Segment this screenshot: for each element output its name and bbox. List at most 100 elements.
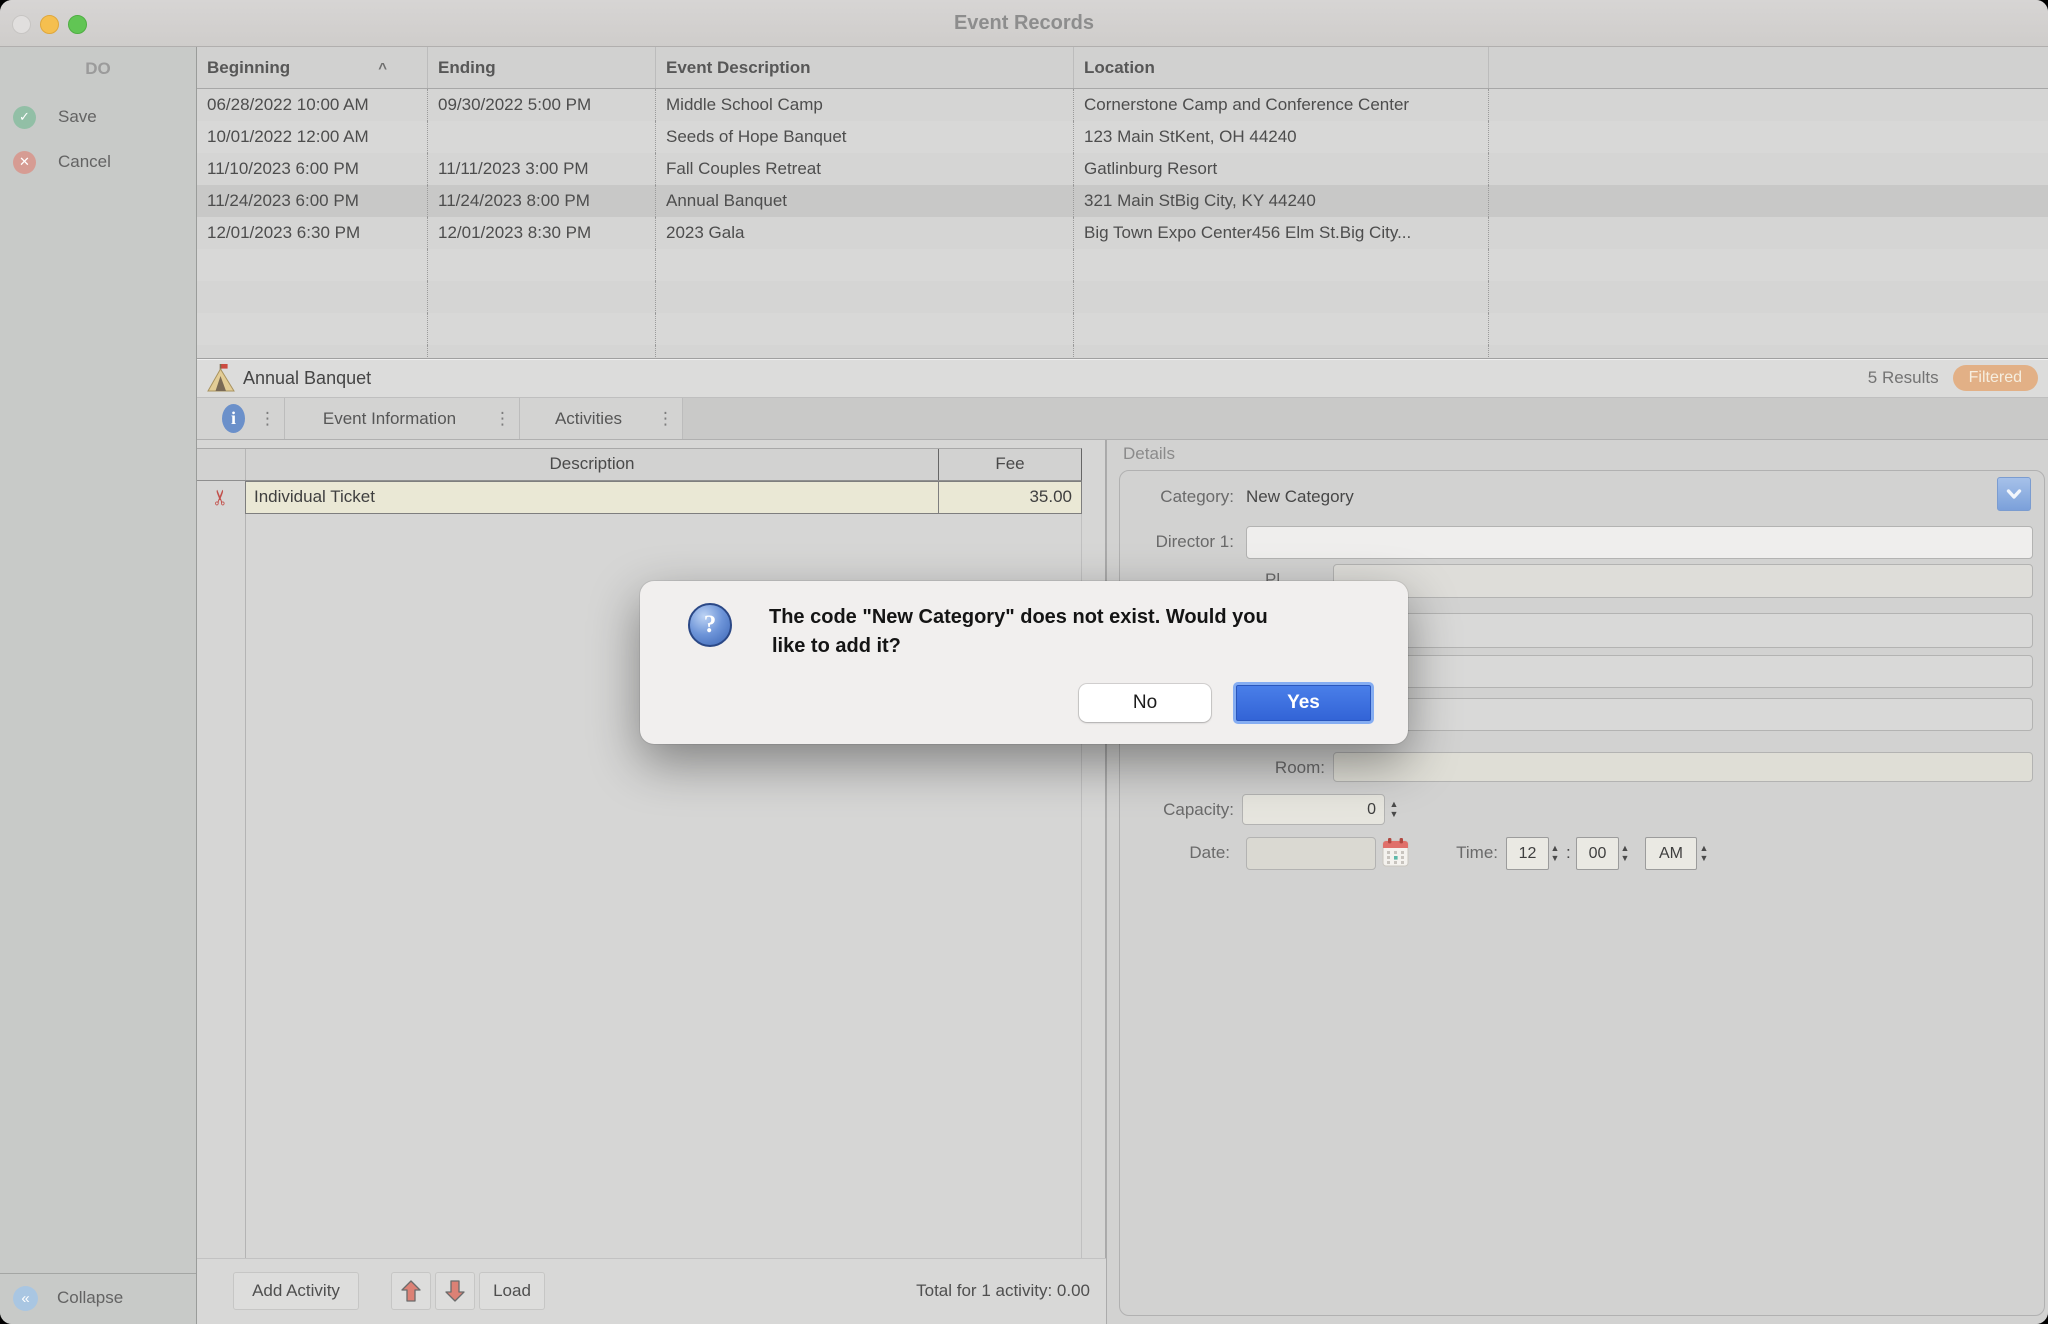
column-header-description[interactable]: Event Description — [656, 47, 1074, 88]
column-header-location[interactable]: Location — [1074, 47, 1489, 88]
time-separator: : — [1566, 843, 1571, 863]
activities-footer-bar: Add Activity Load Total for 1 activity: … — [197, 1258, 1106, 1324]
scissors-delete-icon: ✂ — [208, 489, 233, 507]
add-activity-button[interactable]: Add Activity — [233, 1272, 359, 1310]
table-row[interactable]: 12/01/2023 6:30 PM 12/01/2023 8:30 PM 20… — [197, 217, 2048, 249]
activity-row[interactable]: ✂ Individual Ticket 35.00 — [197, 481, 1082, 514]
stepper-down-icon[interactable]: ▼ — [1390, 810, 1399, 819]
tab-activities[interactable]: Activities ⋮ — [520, 398, 683, 439]
stepper-up-icon[interactable]: ▲ — [1700, 844, 1709, 853]
table-row[interactable]: 10/01/2022 12:00 AM Seeds of Hope Banque… — [197, 121, 2048, 153]
time-hour-field[interactable]: 12 — [1506, 837, 1549, 870]
minute-stepper[interactable]: ▲ ▼ — [1618, 837, 1632, 870]
cell-description[interactable]: Annual Banquet — [656, 185, 1074, 217]
yes-button[interactable]: Yes — [1233, 682, 1374, 724]
cell-location[interactable]: Cornerstone Camp and Conference Center — [1074, 89, 1489, 121]
cell-description[interactable]: Fall Couples Retreat — [656, 153, 1074, 185]
maximize-window-icon[interactable] — [68, 15, 87, 34]
move-up-button[interactable] — [391, 1272, 431, 1310]
stepper-up-icon[interactable]: ▲ — [1621, 844, 1630, 853]
cell-description[interactable]: 2023 Gala — [656, 217, 1074, 249]
activities-table-header: Description Fee — [197, 448, 1082, 481]
kebab-menu-icon[interactable]: ⋮ — [259, 409, 276, 429]
cell-ending[interactable] — [428, 121, 656, 153]
load-button[interactable]: Load — [479, 1272, 545, 1310]
cell-ending[interactable]: 09/30/2022 5:00 PM — [428, 89, 656, 121]
info-tab-cell[interactable]: i ⋮ — [197, 398, 285, 439]
room-field[interactable] — [1333, 752, 2033, 782]
cell-ending[interactable]: 11/24/2023 8:00 PM — [428, 185, 656, 217]
cell-location[interactable]: Big Town Expo Center456 Elm St.Big City.… — [1074, 217, 1489, 249]
collapse-button[interactable]: « Collapse — [13, 1285, 123, 1311]
cell-beginning[interactable]: 12/01/2023 6:30 PM — [197, 217, 428, 249]
close-window-icon[interactable] — [12, 15, 31, 34]
table-row-selected[interactable]: 11/24/2023 6:00 PM 11/24/2023 8:00 PM An… — [197, 185, 2048, 217]
dialog-message-line2: like to add it? — [769, 632, 1268, 661]
cancel-label: Cancel — [58, 152, 111, 172]
stepper-down-icon[interactable]: ▼ — [1700, 854, 1709, 863]
time-meridiem-field[interactable]: AM — [1645, 837, 1697, 870]
cancel-x-icon: ✕ — [13, 151, 36, 174]
cell-ending[interactable]: 11/11/2023 3:00 PM — [428, 153, 656, 185]
record-header-bar: Annual Banquet 5 Results Filtered — [197, 359, 2048, 398]
sidebar-divider — [0, 1273, 196, 1274]
cancel-button[interactable]: ✕ Cancel — [13, 149, 111, 175]
move-down-button[interactable] — [435, 1272, 475, 1310]
table-row-empty — [197, 281, 2048, 313]
filtered-badge[interactable]: Filtered — [1953, 365, 2038, 391]
info-icon[interactable]: i — [222, 404, 245, 433]
cell-description[interactable]: Seeds of Hope Banquet — [656, 121, 1074, 153]
minimize-window-icon[interactable] — [40, 15, 59, 34]
meridiem-stepper[interactable]: ▲ ▼ — [1697, 837, 1711, 870]
table-row[interactable]: 11/10/2023 6:00 PM 11/11/2023 3:00 PM Fa… — [197, 153, 2048, 185]
events-table-header: Beginning ^ Ending Event Description Loc… — [197, 47, 2048, 89]
cell-location[interactable]: 321 Main StBig City, KY 44240 — [1074, 185, 1489, 217]
date-field[interactable] — [1246, 837, 1376, 870]
activity-description-cell[interactable]: Individual Ticket — [245, 481, 939, 514]
director1-field[interactable] — [1246, 526, 2033, 559]
no-button[interactable]: No — [1079, 684, 1211, 722]
row-actions-gutter-line — [245, 514, 246, 1258]
kebab-menu-icon[interactable]: ⋮ — [657, 409, 674, 429]
save-label: Save — [58, 107, 97, 127]
activities-panel: Description Fee ✂ Individual Ticket 35.0… — [197, 440, 1106, 1324]
calendar-icon[interactable] — [1382, 837, 1409, 868]
cell-beginning[interactable]: 11/10/2023 6:00 PM — [197, 153, 428, 185]
tab-event-information[interactable]: Event Information ⋮ — [285, 398, 520, 439]
category-dropdown-button[interactable] — [1997, 477, 2031, 511]
cell-location[interactable]: Gatlinburg Resort — [1074, 153, 1489, 185]
tab-bar: i ⋮ Event Information ⋮ Activities ⋮ — [197, 398, 2048, 440]
table-row[interactable]: 06/28/2022 10:00 AM 09/30/2022 5:00 PM M… — [197, 89, 2048, 121]
date-label: Date: — [1183, 843, 1230, 863]
cell-location[interactable]: 123 Main StKent, OH 44240 — [1074, 121, 1489, 153]
time-minute-field[interactable]: 00 — [1576, 837, 1619, 870]
stepper-up-icon[interactable]: ▲ — [1551, 844, 1560, 853]
column-header-activity-description[interactable]: Description — [245, 449, 938, 480]
title-bar: Event Records — [0, 0, 2048, 47]
capacity-stepper[interactable]: ▲ ▼ — [1387, 794, 1401, 825]
delete-activity-button[interactable]: ✂ — [197, 481, 245, 514]
stepper-down-icon[interactable]: ▼ — [1551, 854, 1560, 863]
kebab-menu-icon[interactable]: ⋮ — [494, 409, 511, 429]
column-header-ending[interactable]: Ending — [428, 47, 656, 88]
hour-stepper[interactable]: ▲ ▼ — [1548, 837, 1562, 870]
capacity-field[interactable]: 0 — [1242, 794, 1385, 825]
question-mark-icon: ? — [688, 603, 732, 647]
stepper-up-icon[interactable]: ▲ — [1390, 800, 1399, 809]
cell-beginning[interactable]: 11/24/2023 6:00 PM — [197, 185, 428, 217]
column-header-fee[interactable]: Fee — [938, 449, 1081, 480]
save-button[interactable]: ✓ Save — [13, 104, 97, 130]
down-arrow-icon — [444, 1279, 466, 1303]
cell-description[interactable]: Middle School Camp — [656, 89, 1074, 121]
activity-fee-cell[interactable]: 35.00 — [939, 481, 1082, 514]
table-row-empty — [197, 249, 2048, 281]
stepper-down-icon[interactable]: ▼ — [1621, 854, 1630, 863]
cell-beginning[interactable]: 10/01/2022 12:00 AM — [197, 121, 428, 153]
column-header-beginning[interactable]: Beginning ^ — [197, 47, 428, 88]
cell-beginning[interactable]: 06/28/2022 10:00 AM — [197, 89, 428, 121]
window-title: Event Records — [0, 0, 2048, 46]
up-arrow-icon — [400, 1279, 422, 1303]
tent-icon — [207, 363, 235, 393]
cell-ending[interactable]: 12/01/2023 8:30 PM — [428, 217, 656, 249]
detail-field-3[interactable] — [1333, 564, 2033, 598]
